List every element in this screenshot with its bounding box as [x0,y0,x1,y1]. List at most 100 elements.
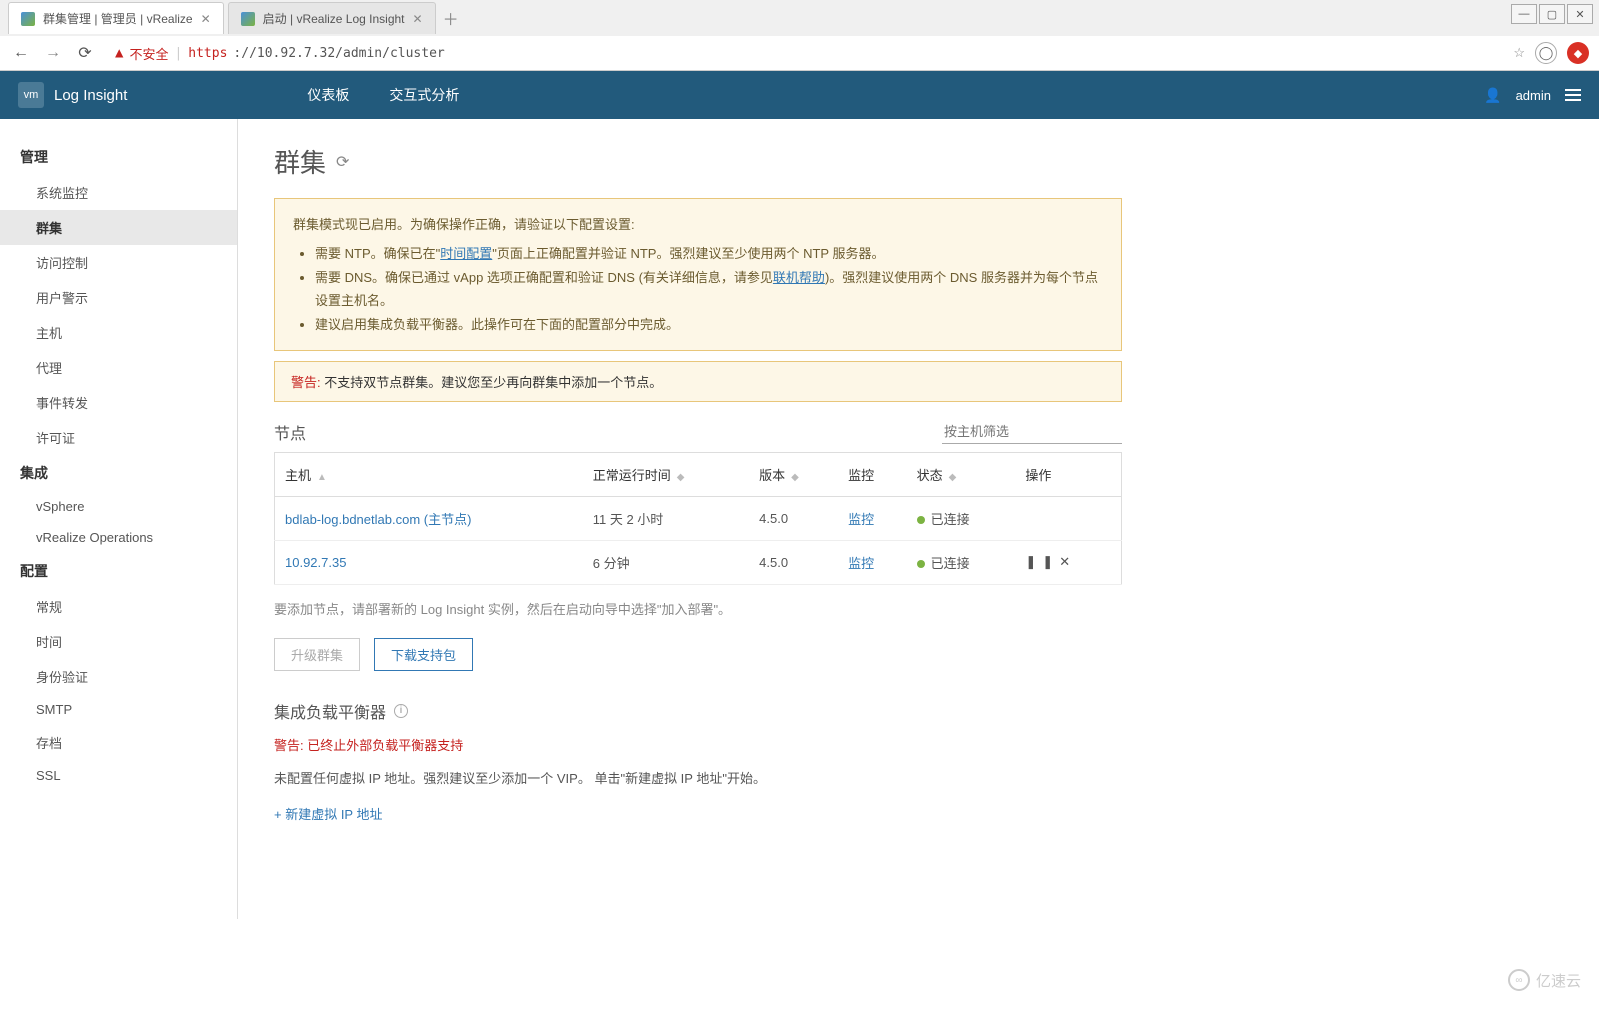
sidebar-section-manage: 管理 [0,139,237,175]
back-button[interactable]: ← [10,42,32,64]
actions-cell: ❚❚✕ [1015,540,1121,584]
add-node-note: 要添加节点，请部署新的 Log Insight 实例，然后在启动向导中选择"加入… [274,599,1122,618]
logo-icon: vm [18,82,44,108]
host-link[interactable]: bdlab-log.bdnetlab.com (主节点) [285,512,471,527]
uptime-cell: 6 分钟 [583,540,749,584]
sidebar-section-integration: 集成 [0,455,237,491]
refresh-icon[interactable]: ⟳ [336,152,349,172]
alert-item-ilb: 建议启用集成负载平衡器。此操作可在下面的配置部分中完成。 [315,313,1103,336]
info-icon[interactable]: i [394,704,408,718]
monitor-link[interactable]: 监控 [848,556,874,571]
status-dot-icon [917,516,925,524]
url-path: ://10.92.7.32/admin/cluster [233,46,444,61]
pause-icon[interactable]: ❚❚ [1025,554,1059,569]
sidebar-item-archive[interactable]: 存档 [0,725,237,760]
download-support-button[interactable]: 下载支持包 [374,638,473,671]
warning-icon: ▲ [115,45,123,61]
sidebar-item-user-alerts[interactable]: 用户警示 [0,280,237,315]
nav-interactive-analytics[interactable]: 交互式分析 [369,71,479,119]
sidebar-item-time[interactable]: 时间 [0,624,237,659]
host-filter-input[interactable] [942,420,1122,444]
alert-item-dns: 需要 DNS。确保已通过 vApp 选项正确配置和验证 DNS (有关详细信息，… [315,266,1103,313]
nodes-title: 节点 [274,420,306,444]
upgrade-cluster-button: 升级群集 [274,638,360,671]
status-cell: 已连接 [907,540,1016,584]
sidebar-item-access-control[interactable]: 访问控制 [0,245,237,280]
table-row: 10.92.7.35 6 分钟 4.5.0 监控 已连接 ❚❚✕ [275,540,1122,584]
sidebar-section-config: 配置 [0,553,237,589]
tab-favicon-icon [241,12,255,26]
sidebar-item-license[interactable]: 许可证 [0,420,237,455]
security-label: 不安全 [129,44,168,63]
sidebar: 管理 系统监控 群集 访问控制 用户警示 主机 代理 事件转发 许可证 集成 v… [0,119,238,919]
page-title: 群集 [274,143,326,180]
uptime-cell: 11 天 2 小时 [583,496,749,540]
sidebar-item-general[interactable]: 常规 [0,589,237,624]
tab-title: 群集管理 | 管理员 | vRealize [43,10,193,27]
col-version[interactable]: 版本◆ [749,452,838,496]
sidebar-item-vrops[interactable]: vRealize Operations [0,522,237,553]
watermark-icon: ∞ [1508,969,1530,991]
col-monitor[interactable]: 监控 [838,452,907,496]
bookmark-icon[interactable]: ☆ [1513,45,1525,61]
tab-bar: 群集管理 | 管理员 | vRealize ✕ 启动 | vRealize Lo… [0,0,1599,36]
menu-icon[interactable] [1565,89,1581,101]
new-vip-link[interactable]: + 新建虚拟 IP 地址 [274,804,1122,823]
sidebar-item-agents[interactable]: 代理 [0,350,237,385]
warn-text: 不支持双节点群集。建议您至少再向群集中添加一个节点。 [321,375,663,390]
main-content: 群集 ⟳ 群集模式现已启用。为确保操作正确，请验证以下配置设置: 需要 NTP。… [238,119,1158,919]
close-window-button[interactable]: ✕ [1567,4,1593,24]
url-scheme: https [188,46,227,61]
sidebar-item-smtp[interactable]: SMTP [0,694,237,725]
col-actions: 操作 [1015,452,1121,496]
address-bar: ← → ⟳ ▲ 不安全 | https://10.92.7.32/admin/c… [0,36,1599,70]
warn-label: 警告: [291,375,321,390]
ilb-description: 未配置任何虚拟 IP 地址。强烈建议至少添加一个 VIP。 单击"新建虚拟 IP… [274,768,1122,790]
online-help-link[interactable]: 联机帮助 [773,270,825,285]
profile-icon[interactable]: ◯ [1535,42,1557,64]
browser-tab-active[interactable]: 群集管理 | 管理员 | vRealize ✕ [8,2,224,34]
ilb-warning: 警告: 已终止外部负载平衡器支持 [274,735,1122,754]
remove-icon[interactable]: ✕ [1059,554,1076,569]
sidebar-item-ssl[interactable]: SSL [0,760,237,791]
sidebar-item-auth[interactable]: 身份验证 [0,659,237,694]
time-config-link[interactable]: 时间配置 [440,246,492,261]
user-label[interactable]: admin [1516,88,1551,103]
close-icon[interactable]: ✕ [413,12,423,26]
config-alert: 群集模式现已启用。为确保操作正确，请验证以下配置设置: 需要 NTP。确保已在"… [274,198,1122,351]
app-header: vm Log Insight 仪表板 交互式分析 👤 admin [0,71,1599,119]
watermark: ∞ 亿速云 [1508,969,1581,991]
forward-button[interactable]: → [42,42,64,64]
sidebar-item-event-forwarding[interactable]: 事件转发 [0,385,237,420]
version-cell: 4.5.0 [749,540,838,584]
actions-cell [1015,496,1121,540]
alert-intro: 群集模式现已启用。为确保操作正确，请验证以下配置设置: [293,213,1103,236]
brand-label: Log Insight [54,87,127,104]
col-host[interactable]: 主机▲ [275,452,583,496]
reload-button[interactable]: ⟳ [74,42,96,64]
extension-icon[interactable]: ◆ [1567,42,1589,64]
alert-item-ntp: 需要 NTP。确保已在"时间配置"页面上正确配置并验证 NTP。强烈建议至少使用… [315,242,1103,265]
nodes-table: 主机▲ 正常运行时间◆ 版本◆ 监控 状态◆ 操作 bdlab-log.bdne… [274,452,1122,585]
new-tab-button[interactable]: ＋ [440,7,462,29]
nav-dashboard[interactable]: 仪表板 [287,71,369,119]
sidebar-item-cluster[interactable]: 群集 [0,210,237,245]
status-dot-icon [917,560,925,568]
table-row: bdlab-log.bdnetlab.com (主节点) 11 天 2 小时 4… [275,496,1122,540]
two-node-warning: 警告: 不支持双节点群集。建议您至少再向群集中添加一个节点。 [274,361,1122,402]
sidebar-item-hosts[interactable]: 主机 [0,315,237,350]
minimize-button[interactable]: — [1511,4,1537,24]
url-input[interactable]: ▲ 不安全 | https://10.92.7.32/admin/cluster [106,39,1503,68]
sidebar-item-system-monitor[interactable]: 系统监控 [0,175,237,210]
close-icon[interactable]: ✕ [201,12,211,26]
maximize-button[interactable]: ▢ [1539,4,1565,24]
tab-favicon-icon [21,12,35,26]
col-uptime[interactable]: 正常运行时间◆ [583,452,749,496]
monitor-link[interactable]: 监控 [848,512,874,527]
sidebar-item-vsphere[interactable]: vSphere [0,491,237,522]
status-cell: 已连接 [907,496,1016,540]
col-status[interactable]: 状态◆ [907,452,1016,496]
host-link[interactable]: 10.92.7.35 [285,555,346,570]
ilb-title: 集成负载平衡器 [274,699,386,723]
browser-tab-inactive[interactable]: 启动 | vRealize Log Insight ✕ [228,2,436,34]
